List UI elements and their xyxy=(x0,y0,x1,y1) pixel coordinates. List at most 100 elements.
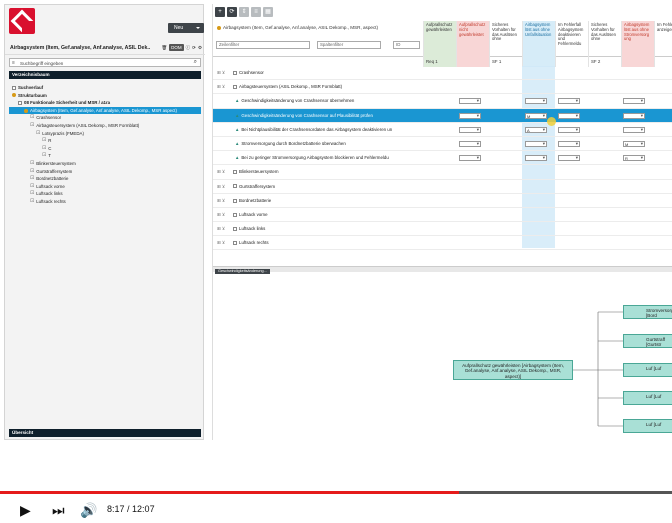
rating-dropdown[interactable] xyxy=(558,112,580,119)
rating-dropdown[interactable] xyxy=(525,155,547,162)
grid-icon[interactable]: ▦ xyxy=(263,7,273,17)
checkbox[interactable] xyxy=(233,170,237,175)
checkbox[interactable] xyxy=(233,241,237,246)
matrix-column-header[interactable]: Airbagsystem löst aus ohne Stromversorg … xyxy=(621,21,654,67)
rating-dropdown[interactable] xyxy=(623,112,645,119)
rating-dropdown[interactable]: M xyxy=(623,140,645,147)
matrix-row[interactable]: ⊞ ⊻ Crashsensor xyxy=(213,66,672,81)
matrix-column-header[interactable]: Sicheres Vorhalten für das Auslösen ohne… xyxy=(489,21,522,67)
rating-dropdown[interactable] xyxy=(459,112,481,119)
rating-dropdown[interactable]: A xyxy=(525,126,547,133)
rating-dropdown[interactable] xyxy=(459,126,481,133)
rating-dropdown[interactable] xyxy=(623,98,645,105)
tree-item[interactable]: 08 Funktionale Sicherheit und MSR / a1ra xyxy=(9,99,201,107)
tree-item[interactable]: ⊡ Luftsack rechts xyxy=(9,198,201,206)
rating-dropdown[interactable] xyxy=(558,155,580,162)
matrix-row[interactable]: ▲ Stromversorgung durch Bordnetzbatterie … xyxy=(213,137,672,152)
play-icon[interactable]: ▶ xyxy=(20,502,31,519)
new-button[interactable]: Neu xyxy=(168,23,204,33)
tree-item[interactable]: Strukturbaum xyxy=(9,92,201,100)
matrix-column-header[interactable]: Aufprallschutz gewährleisten Req 1 xyxy=(423,21,456,67)
expand-icon[interactable]: ⊞ ⊻ xyxy=(217,165,225,179)
expand-icon[interactable]: ⊞ ⊻ xyxy=(217,236,225,250)
matrix-row[interactable]: ⊞ ⊻ Luftsack rechts xyxy=(213,236,672,251)
matrix-row[interactable]: ▲ Geschwindigkeitsänderung von Crashsenso… xyxy=(213,94,672,109)
checkbox[interactable] xyxy=(233,198,237,203)
matrix-row[interactable]: ▲ Geschwindigkeitsänderung von Crashsenso… xyxy=(213,108,672,123)
matrix-row[interactable]: ⊞ ⊻ Gurtstraffersystem xyxy=(213,180,672,194)
diagram-tab[interactable]: Geschwindigkeitsänderung... xyxy=(215,269,270,274)
checkbox[interactable] xyxy=(233,85,237,90)
rating-dropdown[interactable] xyxy=(558,98,580,105)
diagram-node[interactable]: Luf [Luf xyxy=(623,419,672,433)
rating-dropdown[interactable] xyxy=(525,140,547,147)
expand-icon[interactable]: ⊞ ⊻ xyxy=(217,194,225,208)
tree-item[interactable]: ⊡ Lotsyprazis (FMEDA) xyxy=(9,130,201,138)
matrix-column-header[interactable]: Airbagsystem löst aus ohne Unfallsituati… xyxy=(522,21,555,67)
expand-icon[interactable]: ⊞ ⊻ xyxy=(217,208,225,222)
tree-item[interactable]: ⊡ Crashsensor xyxy=(9,114,201,122)
tree-item[interactable]: ⊡ Bordnetzbatterie xyxy=(9,175,201,183)
row-filter-input[interactable]: Zeilenfilter xyxy=(216,41,310,49)
rating-dropdown[interactable] xyxy=(623,126,645,133)
diagram-node[interactable]: Stromversorg [Bord xyxy=(623,305,672,319)
tree-item[interactable]: ⊡ Luftsack links xyxy=(9,190,201,198)
tree-item[interactable]: Suchverlauf xyxy=(9,84,201,92)
overview-section-header[interactable]: Übersicht xyxy=(9,429,201,437)
add-icon[interactable]: + xyxy=(215,7,225,17)
next-icon[interactable]: ⏭ xyxy=(52,502,65,519)
tree-item[interactable]: ⊡ R xyxy=(9,137,201,145)
id-select[interactable]: ID xyxy=(393,41,420,49)
matrix-row[interactable]: ▲ Bei Nichtplausibilität der Crashsensord… xyxy=(213,123,672,137)
checkbox[interactable] xyxy=(233,212,237,217)
refresh-icon[interactable]: ⟳ xyxy=(227,7,237,17)
volume-icon[interactable]: 🔊 xyxy=(80,502,97,519)
rating-dropdown[interactable] xyxy=(558,140,580,147)
matrix-row[interactable]: ⊞ ⊻ Luftsack vorne xyxy=(213,208,672,223)
diagram-node[interactable]: Luf [Luf xyxy=(623,363,672,377)
move-icon[interactable]: ⇕ xyxy=(239,7,249,17)
rating-dropdown[interactable]: R xyxy=(623,155,645,162)
refresh-icon[interactable]: ⟳ xyxy=(192,44,196,51)
matrix-row[interactable]: ⊞ ⊻ Airbagsteuersystem (ASIL Dekomp., MSR… xyxy=(213,80,672,95)
list-icon[interactable]: ≡ xyxy=(251,7,261,17)
tree-item[interactable]: ⊡ Luftsack vorne xyxy=(9,183,201,191)
rating-dropdown[interactable] xyxy=(558,126,580,133)
trash-icon[interactable]: 🗑 xyxy=(161,44,167,51)
rating-dropdown[interactable] xyxy=(459,140,481,147)
matrix-column-header[interactable]: Im Fehlerfall anzeigen xyxy=(654,21,672,67)
matrix-row[interactable]: ⊞ ⊻ Blinkersteuersystem xyxy=(213,165,672,180)
expand-icon[interactable]: ⊞ ⊻ xyxy=(217,222,225,236)
matrix-column-header[interactable]: Aufprallschutz nicht gewährleistet xyxy=(456,21,489,67)
dom-badge[interactable]: DOM xyxy=(169,44,184,51)
checkbox[interactable] xyxy=(233,226,237,231)
tree-item[interactable]: ⊡ Blinkersteuersystem xyxy=(9,160,201,168)
info-icon[interactable]: ⓘ xyxy=(186,44,191,51)
tree-item[interactable]: ⊡ C xyxy=(9,145,201,153)
rating-dropdown[interactable] xyxy=(525,98,547,105)
search-input[interactable]: ≡ Suchbegriff eingeben ⌕ xyxy=(9,58,201,67)
tree-toggle-icon[interactable]: ≡ xyxy=(12,60,15,66)
checkbox[interactable] xyxy=(233,70,237,75)
rating-dropdown[interactable] xyxy=(459,98,481,105)
matrix-column-header[interactable]: Im Fehlerfall Airbagsystem deaktivieren … xyxy=(555,21,588,67)
tree-item[interactable]: ⊡ Gurtstraffersystem xyxy=(9,168,201,176)
column-filter-input[interactable]: Spaltenfilter xyxy=(317,41,381,49)
diagram-node[interactable]: Luf [Luf xyxy=(623,391,672,405)
expand-icon[interactable]: ⊞ ⊻ xyxy=(217,180,225,194)
directory-section-header[interactable]: Verzeichnisbaum xyxy=(9,71,201,79)
tree-item[interactable]: ⊡ Airbagsteuersystem (ASIL Dekomp., MSR F… xyxy=(9,122,201,130)
rating-dropdown[interactable]: M xyxy=(525,112,547,119)
expand-icon[interactable]: ⊞ ⊻ xyxy=(217,80,225,94)
matrix-column-header[interactable]: Sicheres Vorhalten für das Auslösen ohne… xyxy=(588,21,621,67)
expand-icon[interactable]: ⊞ ⊻ xyxy=(217,66,225,80)
search-icon[interactable]: ⌕ xyxy=(194,59,197,66)
diagram-node[interactable]: Gurtstraff [Gurtstr xyxy=(623,334,672,348)
tree-item[interactable]: Airbagsystem (Item, Gef.analyse, Anf.ana… xyxy=(9,106,201,115)
rating-dropdown[interactable] xyxy=(459,155,481,162)
matrix-row[interactable]: ⊞ ⊻ Luftsack links xyxy=(213,222,672,237)
checkbox[interactable] xyxy=(233,184,237,189)
tree-item[interactable]: ⊡ T xyxy=(9,152,201,160)
matrix-row[interactable]: ▲ Bei zu geringer Stromversorgung Airbags… xyxy=(213,151,672,166)
matrix-row[interactable]: ⊞ ⊻ Bordnetzbatterie xyxy=(213,194,672,208)
